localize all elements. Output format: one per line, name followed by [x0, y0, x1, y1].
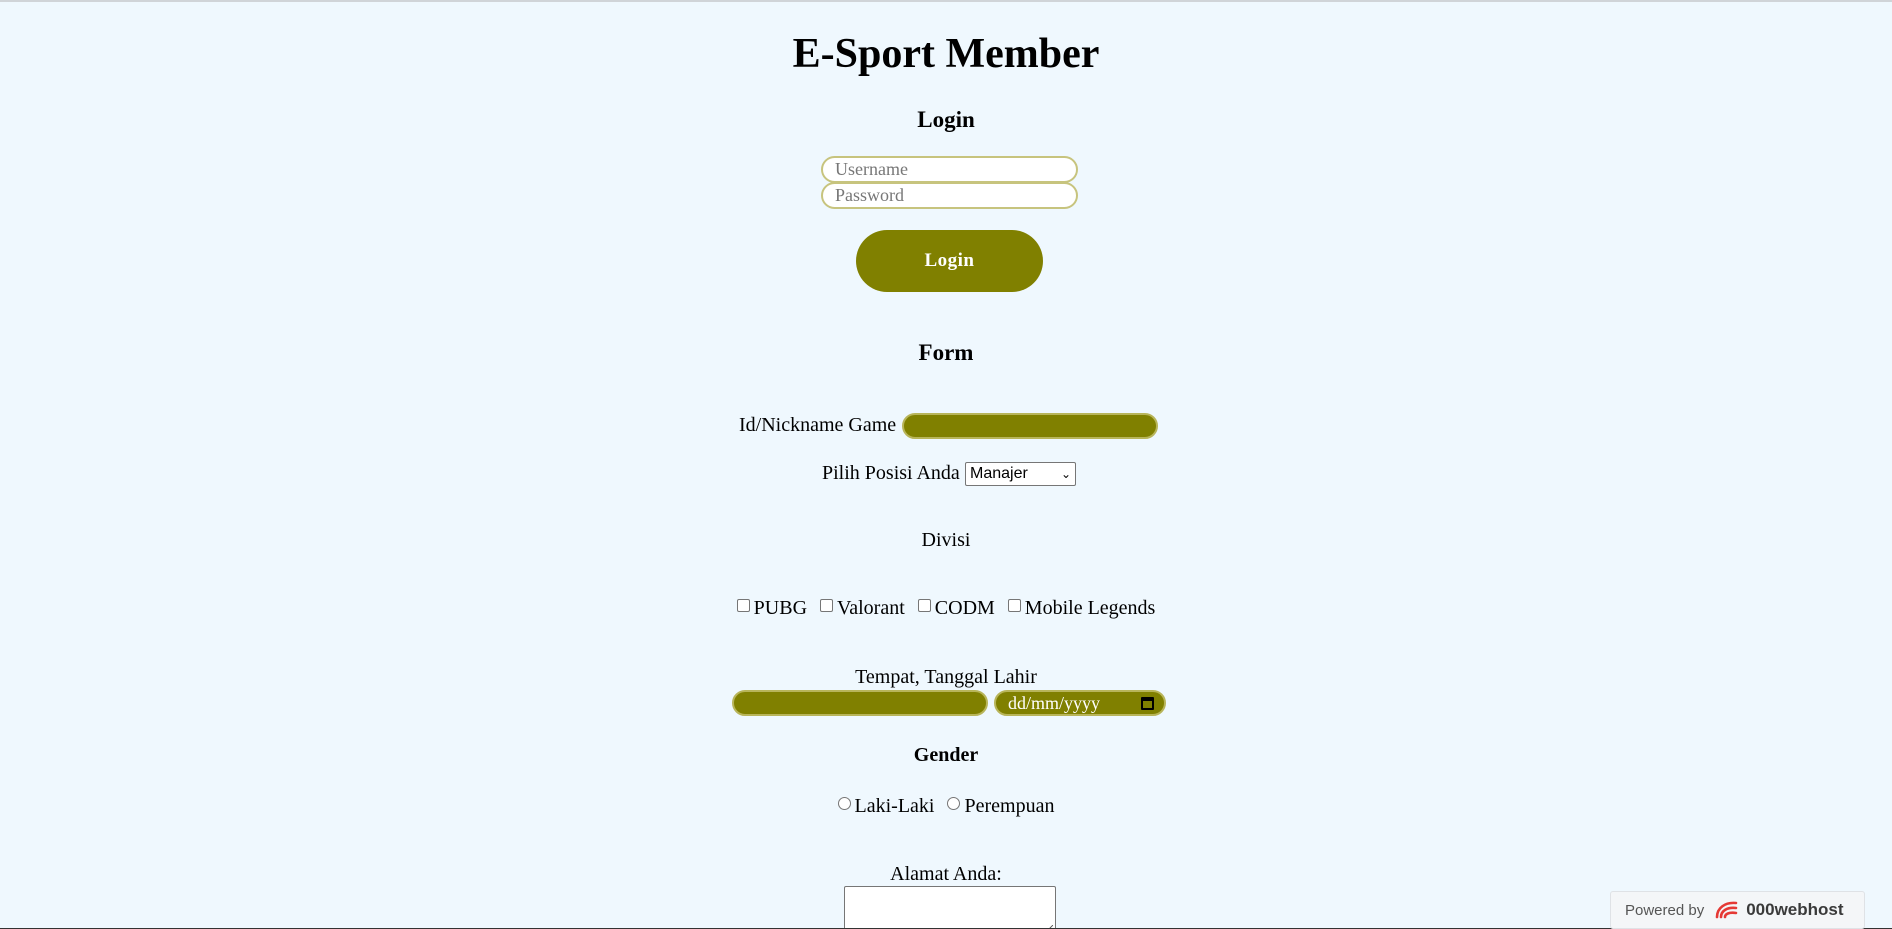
division-option-codm[interactable]: CODM: [917, 597, 995, 619]
checkbox[interactable]: [917, 599, 931, 612]
login-heading: Login: [917, 107, 975, 132]
username-input[interactable]: [821, 156, 1078, 183]
birthdate-input[interactable]: dd/mm/yyyy: [994, 690, 1166, 716]
gender-option-male[interactable]: Laki-Laki: [837, 795, 935, 817]
brand-name: 000webhost: [1746, 900, 1844, 919]
division-label-valorant: Valorant: [837, 597, 905, 619]
powered-by-text: Powered by: [1625, 901, 1705, 919]
checkbox[interactable]: [820, 599, 834, 612]
position-label: Pilih Posisi Anda: [822, 462, 960, 484]
address-textarea[interactable]: [844, 886, 1056, 929]
gender-heading: Gender: [913, 744, 979, 766]
gender-option-female[interactable]: Perempuan: [947, 795, 1054, 817]
birthplace-input[interactable]: [732, 690, 988, 716]
address-label: Alamat Anda:: [890, 863, 1002, 885]
page: E-Sport Member Login Login Form Id/Nickn…: [0, 0, 1892, 929]
checkbox[interactable]: [736, 599, 750, 612]
login-button[interactable]: Login: [856, 230, 1043, 292]
position-select[interactable]: Manajer ⌄: [965, 462, 1076, 486]
division-label-mobile-legends: Mobile Legends: [1024, 597, 1156, 619]
date-placeholder: dd/mm/yyyy: [1008, 692, 1101, 713]
radio-button[interactable]: [947, 797, 961, 810]
000webhost-logo-icon: [1715, 901, 1738, 919]
division-option-mobile-legends[interactable]: Mobile Legends: [1007, 597, 1156, 619]
division-option-pubg[interactable]: PUBG: [736, 597, 808, 619]
division-options: PUBG Valorant CODM Mobile Legends: [0, 597, 1892, 620]
division-label-codm: CODM: [934, 597, 995, 619]
gender-options: Laki-Laki Perempuan: [0, 795, 1892, 818]
calendar-icon[interactable]: [1141, 696, 1154, 710]
page-title: E-Sport Member: [792, 31, 1100, 77]
gender-label-male: Laki-Laki: [854, 795, 935, 817]
division-label: Divisi: [921, 529, 971, 551]
nickname-input[interactable]: [902, 413, 1158, 439]
gender-label-female: Perempuan: [964, 795, 1055, 817]
birth-label: Tempat, Tanggal Lahir: [855, 666, 1037, 688]
division-option-valorant[interactable]: Valorant: [820, 597, 905, 619]
form-heading: Form: [918, 340, 974, 365]
chevron-down-icon: ⌄: [1060, 467, 1071, 481]
radio-button[interactable]: [837, 797, 851, 810]
nickname-label: Id/Nickname Game: [739, 414, 897, 436]
hosting-badge[interactable]: Powered by 000webhost: [1610, 891, 1865, 929]
division-label-pubg: PUBG: [753, 597, 808, 619]
position-select-value: Manajer: [970, 465, 1028, 482]
password-input[interactable]: [821, 182, 1078, 209]
checkbox[interactable]: [1007, 599, 1021, 612]
